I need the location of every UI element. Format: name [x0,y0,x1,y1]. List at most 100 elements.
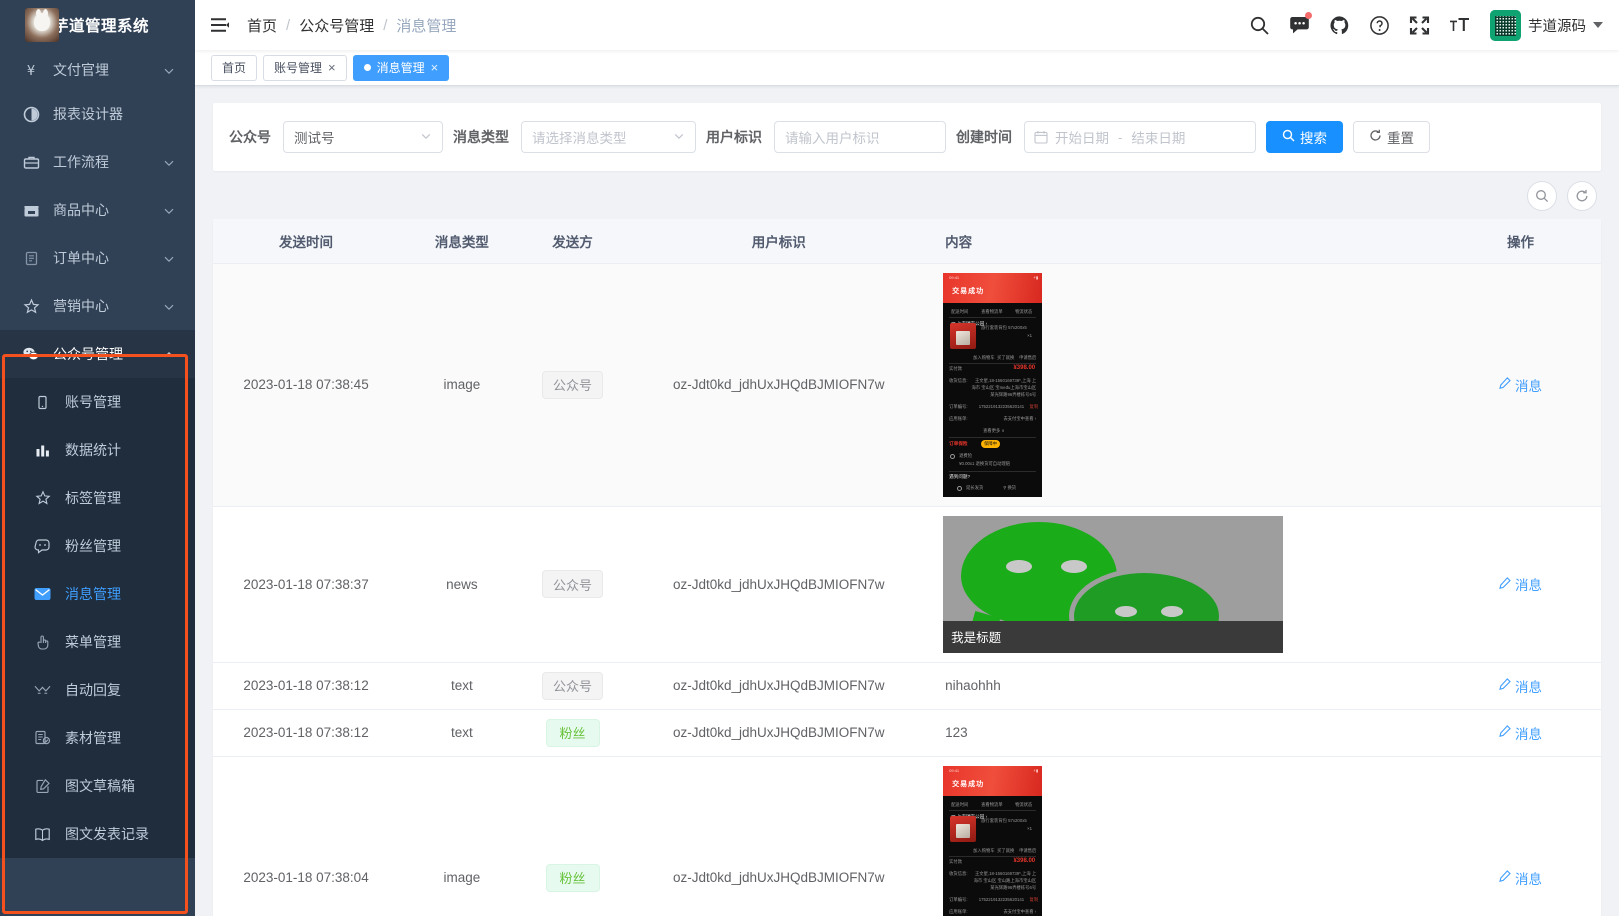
cell-send-time: 2023-01-18 07:38:45 [213,263,399,506]
order-screenshot-thumbnail[interactable]: 09:41⚡▮ 交易成功 配送时间 查看物流单 物流状态 ▤ 上海硬壳公园 › [943,273,1042,497]
draft-edit-icon [34,778,51,795]
sidebar-item-material-management[interactable]: 素材管理 [0,714,195,762]
sidebar-item-account-management[interactable]: 账号管理 [0,378,195,426]
message-type-select[interactable]: 请选择消息类型 [521,121,696,153]
reset-button-label: 重置 [1387,127,1414,147]
sidebar-item-label: 素材管理 [65,728,121,748]
mobile-icon [34,394,51,411]
news-thumbnail[interactable]: 我是标题 [943,516,1283,653]
sidebar-item-workflow[interactable]: 工作流程 [0,138,195,186]
sidebar-item-official-account[interactable]: 公众号管理 [0,330,195,378]
toolbar-search-button[interactable] [1527,181,1557,211]
sidebar-item-message-management[interactable]: 消息管理 [0,570,195,618]
table-row[interactable]: 2023-01-18 07:38:45 image 公众号 oz-Jdt0kd_… [213,263,1601,506]
table-row[interactable]: 2023-01-18 07:38:37 news 公众号 oz-Jdt0kd_j… [213,506,1601,662]
edit-message-link[interactable]: 消息 [1499,676,1542,696]
edit-icon [1499,377,1511,392]
reset-button[interactable]: 重置 [1353,121,1430,153]
breadcrumb-item-home[interactable]: 首页 [247,15,277,36]
tab-label: 首页 [222,59,246,76]
navbar: 首页 / 公众号管理 / 消息管理 [195,0,1619,50]
sidebar-item-order-center[interactable]: 订单中心 [0,234,195,282]
news-title: 我是标题 [943,621,1283,653]
sidebar-item-fans-management[interactable]: 粉丝管理 [0,522,195,570]
sidebar-item-menu-management[interactable]: 菜单管理 [0,618,195,666]
cell-content: 我是标题 [937,506,1440,662]
cell-sender: 公众号 [525,506,621,662]
sender-badge: 公众号 [542,570,603,598]
filter-label: 消息类型 [453,127,509,147]
wechat-icon [22,345,40,363]
edit-message-link[interactable]: 消息 [1499,868,1542,888]
edit-message-link[interactable]: 消息 [1499,375,1542,395]
report-designer-icon [22,105,40,123]
sidebar-item-marketing-center[interactable]: 营销中心 [0,282,195,330]
filter-label: 用户标识 [706,127,762,147]
filter-panel: 公众号 测试号 消息类型 请选择消息类型 [213,103,1601,171]
sidebar-item-payment[interactable]: ¥ 文付官埋 [0,50,195,90]
edit-message-link[interactable]: 消息 [1499,723,1542,743]
cell-user-id: oz-Jdt0kd_jdhUxJHQdBJMIOFN7w [620,662,937,709]
sidebar-item-label: 文付官埋 [53,60,150,80]
font-size-icon[interactable] [1448,14,1470,36]
cell-action: 消息 [1440,506,1601,662]
sidebar-item-label: 营销中心 [53,296,150,316]
tab-home[interactable]: 首页 [211,55,257,81]
cell-user-id: oz-Jdt0kd_jdhUxJHQdBJMIOFN7w [620,506,937,662]
account-select[interactable]: 测试号 [283,121,443,153]
sender-badge: 粉丝 [546,719,600,747]
sidebar-item-auto-reply[interactable]: 自动回复 [0,666,195,714]
main-area: 首页 / 公众号管理 / 消息管理 [195,0,1619,916]
sidebar-item-publish-records[interactable]: 图文发表记录 [0,810,195,858]
breadcrumb-separator: / [286,17,290,34]
sidebar-item-label: 商品中心 [53,200,150,220]
chevron-up-icon [163,348,175,360]
tab-account-management[interactable]: 账号管理 × [263,55,347,81]
action-label: 消息 [1515,574,1542,594]
search-button[interactable]: 搜索 [1266,121,1343,153]
wechat-eye [1061,560,1087,573]
column-message-type: 消息类型 [399,219,525,263]
edit-message-link[interactable]: 消息 [1499,574,1542,594]
fullscreen-icon[interactable] [1408,14,1430,36]
column-content: 内容 [937,219,1440,263]
sidebar-item-report-designer[interactable]: 报表设计器 [0,90,195,138]
tab-message-management[interactable]: 消息管理 × [353,55,450,81]
user-id-input[interactable]: 请输入用户标识 [774,121,946,153]
chevron-down-icon [1593,22,1603,28]
column-user-id: 用户标识 [620,219,937,263]
sidebar-item-label: 消息管理 [65,584,121,604]
github-icon[interactable] [1328,14,1350,36]
close-icon[interactable]: × [328,61,336,74]
close-icon[interactable]: × [431,61,439,74]
sidebar-logo[interactable]: 芋道管理系统 [0,0,195,50]
hamburger-icon[interactable] [209,16,231,34]
cell-message-type: image [399,263,525,506]
table-row[interactable]: 2023-01-18 07:38:12 text 粉丝 oz-Jdt0kd_jd… [213,709,1601,756]
help-icon[interactable] [1368,14,1390,36]
breadcrumb-item-official-account[interactable]: 公众号管理 [299,15,374,36]
sidebar-item-tag-management[interactable]: 标签管理 [0,474,195,522]
wechat-eye [1161,606,1183,617]
sidebar-item-product-center[interactable]: 商品中心 [0,186,195,234]
sidebar-submenu-official-account: 账号管理 数据统计 标签管理 粉丝管理 [0,378,195,858]
tabs-bar: 首页 账号管理 × 消息管理 × [195,50,1619,86]
star-outline-icon [34,490,51,507]
sidebar-item-statistics[interactable]: 数据统计 [0,426,195,474]
table-row[interactable]: 2023-01-18 07:38:12 text 公众号 oz-Jdt0kd_j… [213,662,1601,709]
filter-label: 公众号 [229,127,271,147]
order-screenshot-thumbnail[interactable]: 09:41⚡▮ 交易成功 配送时间 查看物流单 物流状态 ▤ 上海硬壳公园 › [943,766,1042,916]
cell-content: 09:41⚡▮ 交易成功 配送时间 查看物流单 物流状态 ▤ 上海硬壳公园 › [937,263,1440,506]
chevron-down-icon [163,204,175,216]
table-row[interactable]: 2023-01-18 07:38:04 image 粉丝 oz-Jdt0kd_j… [213,756,1601,916]
user-menu[interactable]: 芋道源码 [1490,10,1603,41]
toolbar-refresh-button[interactable] [1567,181,1597,211]
date-range-picker[interactable]: 开始日期 - 结束日期 [1024,121,1256,153]
book-icon [34,826,51,843]
search-icon[interactable] [1248,14,1270,36]
sidebar-item-draft-box[interactable]: 图文草稿箱 [0,762,195,810]
filter-message-type: 消息类型 请选择消息类型 [453,121,696,153]
action-label: 消息 [1515,868,1542,888]
cell-sender: 粉丝 [525,756,621,916]
message-icon[interactable] [1288,14,1310,36]
